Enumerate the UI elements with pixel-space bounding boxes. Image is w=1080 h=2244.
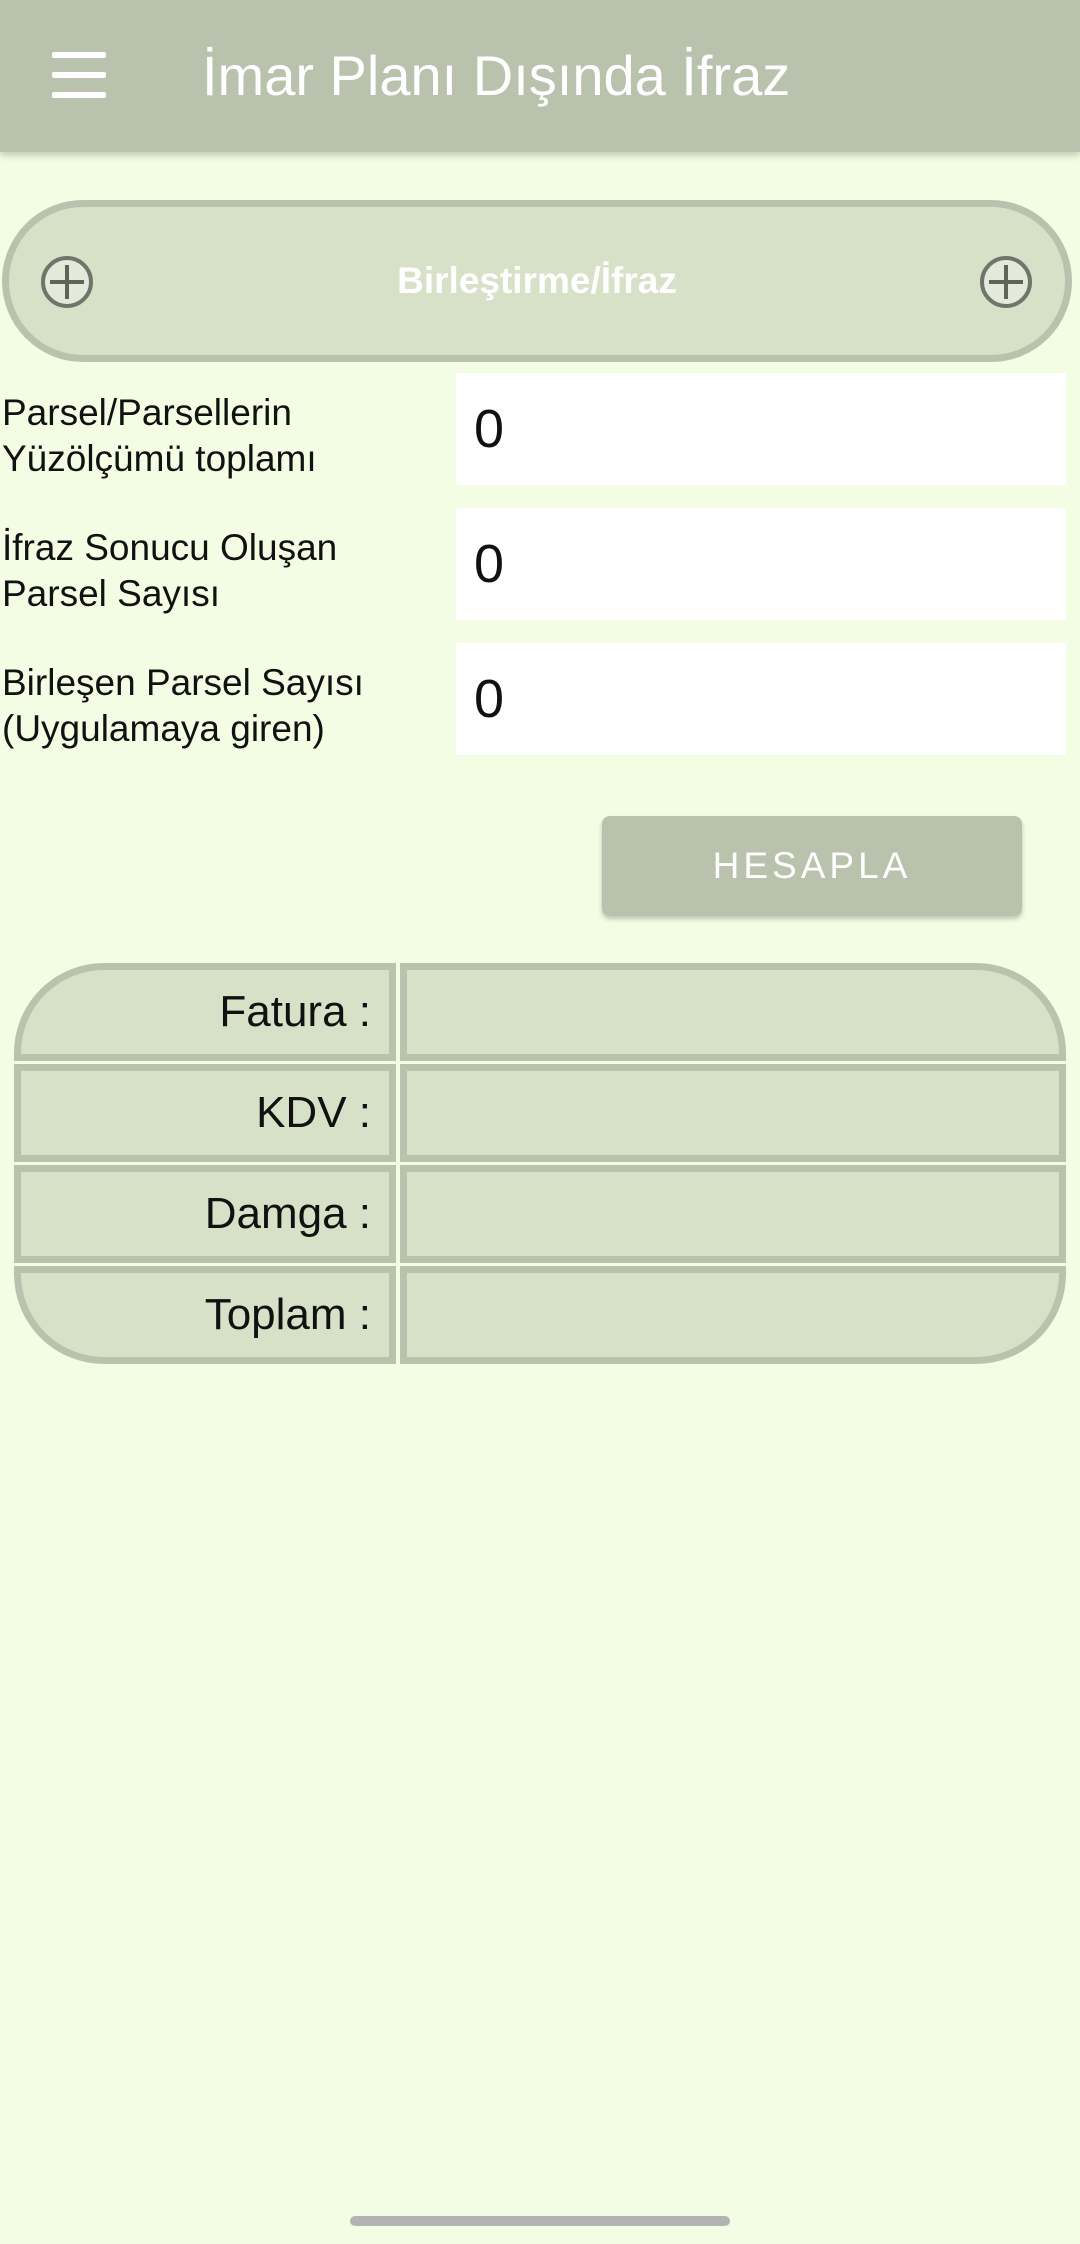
result-label-toplam: Toplam : [14,1266,396,1364]
plus-circle-icon[interactable] [980,256,1032,308]
section-title: Birleştirme/İfraz [397,260,677,301]
result-label-damga: Damga : [14,1165,396,1263]
gesture-nav-handle[interactable] [350,2216,730,2226]
area-total-input[interactable] [456,373,1066,485]
result-parcel-count-input[interactable] [456,508,1066,620]
menu-bar-top [52,52,106,58]
page-title: İmar Planı Dışında İfraz [202,44,791,107]
result-value-damga [400,1165,1066,1263]
app-bar: İmar Planı Dışında İfraz [0,0,1080,152]
menu-bar-bottom [52,92,106,98]
result-value-toplam [400,1266,1066,1364]
merged-parcel-count-input[interactable] [456,643,1066,755]
plus-circle-icon[interactable] [41,256,93,308]
result-label-kdv: KDV : [14,1064,396,1162]
menu-bar-middle [52,72,106,78]
result-value-fatura [400,963,1066,1061]
hamburger-menu-icon[interactable] [40,44,120,108]
field-label-area-total: Parsel/Parsellerin Yüzölçümü toplamı [2,392,317,479]
result-value-kdv [400,1064,1066,1162]
result-label-fatura: Fatura : [14,963,396,1061]
section-header: Birleştirme/İfraz [2,200,1072,362]
field-label-merged-parcel-count: Birleşen Parsel Sayısı (Uygulamaya giren… [2,662,364,749]
calculate-button[interactable]: HESAPLA [602,816,1022,916]
field-label-result-parcel-count: İfraz Sonucu Oluşan Parsel Sayısı [2,527,338,614]
